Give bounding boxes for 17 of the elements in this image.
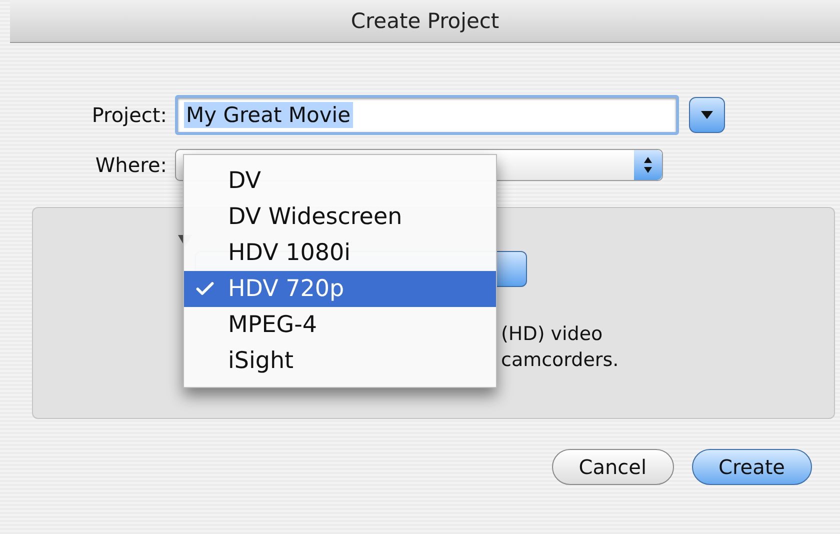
dropdown-button[interactable] (689, 97, 725, 133)
menu-item[interactable]: DV Widescreen (184, 199, 496, 235)
where-label: Where: (94, 153, 168, 177)
cancel-button[interactable]: Cancel (552, 449, 674, 485)
window-title: Create Project (350, 9, 500, 33)
triangle-down-icon (700, 110, 714, 120)
up-down-arrows-icon (643, 156, 653, 174)
menu-item[interactable]: HDV 1080i (184, 235, 496, 271)
create-button[interactable]: Create (692, 449, 812, 485)
menu-item[interactable]: DV (184, 163, 496, 199)
menu-item[interactable]: HDV 720p (184, 271, 496, 307)
project-name-field[interactable]: My Great Movie (175, 95, 679, 135)
description-text: (HD) video (501, 323, 604, 345)
project-label: Project: (90, 103, 168, 127)
description-text: camcorders. (501, 349, 620, 371)
menu-item[interactable]: MPEG-4 (184, 307, 496, 343)
menu-item[interactable]: iSight (184, 343, 496, 379)
